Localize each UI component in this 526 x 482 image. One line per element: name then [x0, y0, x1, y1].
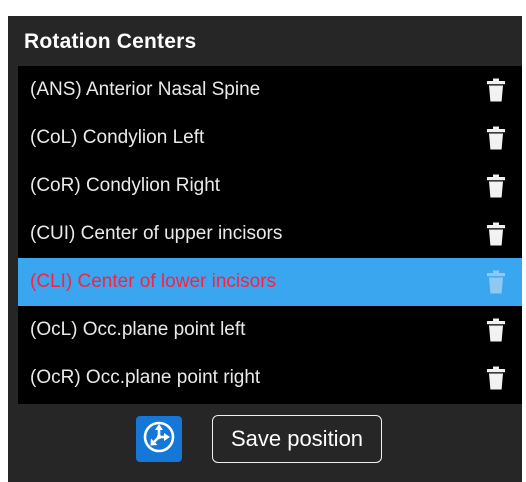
- list-item-label: (CLI) Center of lower incisors: [30, 271, 277, 292]
- rotation-centers-panel: Rotation Centers (ANS) Anterior Nasal Sp…: [8, 16, 522, 482]
- panel-footer: Save position: [8, 412, 522, 472]
- list-item-label: (CoL) Condylion Left: [30, 127, 205, 148]
- list-item-label: (CoR) Condylion Right: [30, 175, 221, 196]
- list-item-label: (OcL) Occ.plane point left: [30, 319, 246, 340]
- trash-icon[interactable]: [487, 78, 505, 102]
- list-item[interactable]: (CLI) Center of lower incisors: [18, 258, 522, 306]
- trash-icon[interactable]: [487, 222, 505, 246]
- list-item-label: (CUI) Center of upper incisors: [30, 223, 283, 244]
- list-item[interactable]: (OcL) Occ.plane point left: [18, 306, 522, 354]
- trash-icon[interactable]: [487, 126, 505, 150]
- list-item-label: (ANS) Anterior Nasal Spine: [30, 79, 261, 100]
- trash-icon[interactable]: [487, 366, 505, 390]
- trash-icon[interactable]: [487, 174, 505, 198]
- rotation-centers-list: (ANS) Anterior Nasal Spine (CoL) Condyli…: [18, 66, 522, 404]
- trash-icon[interactable]: [487, 270, 505, 294]
- list-item[interactable]: (ANS) Anterior Nasal Spine: [18, 66, 522, 114]
- trash-icon[interactable]: [487, 318, 505, 342]
- list-item[interactable]: (CUI) Center of upper incisors: [18, 210, 522, 258]
- list-item-label: (OcR) Occ.plane point right: [30, 367, 261, 388]
- list-item[interactable]: (OcR) Occ.plane point right: [18, 354, 522, 402]
- rotation-axes-icon: [142, 420, 176, 459]
- list-item[interactable]: (CoR) Condylion Right: [18, 162, 522, 210]
- list-item[interactable]: (CoL) Condylion Left: [18, 114, 522, 162]
- save-position-button[interactable]: Save position: [212, 415, 382, 463]
- rotate-center-button[interactable]: [136, 416, 182, 462]
- panel-title: Rotation Centers: [24, 30, 197, 53]
